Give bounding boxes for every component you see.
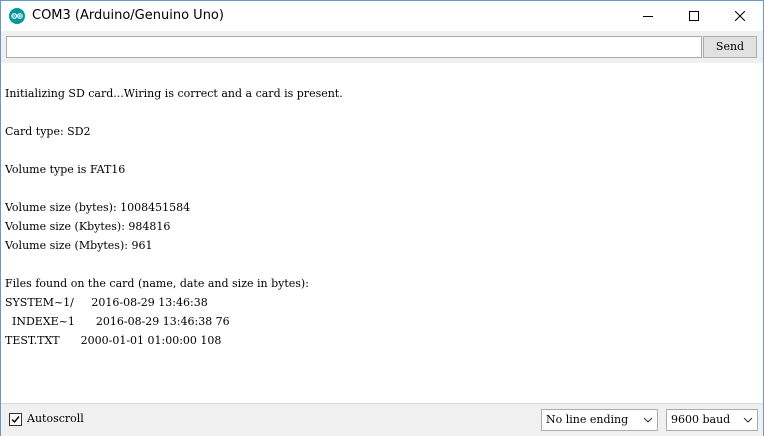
- checkmark-icon: [11, 416, 20, 424]
- arduino-logo-icon: [9, 8, 25, 24]
- minimize-button[interactable]: [625, 1, 671, 31]
- serial-input-field[interactable]: [6, 36, 702, 58]
- output-line: Initializing SD card...Wiring is correct…: [5, 87, 343, 100]
- output-line: TEST.TXT 2000-01-01 01:00:00 108: [5, 334, 222, 347]
- output-line: Volume type is FAT16: [5, 163, 126, 176]
- line-ending-select[interactable]: No line ending: [541, 409, 658, 431]
- maximize-button[interactable]: [671, 1, 717, 31]
- serial-monitor-window: COM3 (Arduino/Genuino Uno) Send Initiali…: [0, 0, 764, 436]
- chevron-down-icon: [743, 417, 753, 423]
- serial-output-area[interactable]: Initializing SD card...Wiring is correct…: [1, 63, 763, 403]
- close-button[interactable]: [717, 1, 763, 31]
- send-toolbar: Send: [1, 31, 763, 63]
- baud-rate-select[interactable]: 9600 baud: [666, 409, 758, 431]
- send-button[interactable]: Send: [703, 36, 757, 58]
- status-footer: Autoscroll No line ending 9600 baud: [1, 403, 763, 436]
- maximize-icon: [689, 11, 699, 21]
- autoscroll-label[interactable]: Autoscroll: [27, 412, 84, 426]
- window-title: COM3 (Arduino/Genuino Uno): [32, 8, 224, 23]
- baud-rate-value: 9600 baud: [671, 413, 731, 426]
- output-line: SYSTEM~1/ 2016-08-29 13:46:38: [5, 296, 208, 309]
- minimize-icon: [643, 16, 653, 17]
- output-line: Volume size (bytes): 1008451584: [5, 201, 191, 214]
- title-bar[interactable]: COM3 (Arduino/Genuino Uno): [1, 1, 763, 31]
- output-line: Volume size (Mbytes): 961: [5, 239, 153, 252]
- close-icon: [735, 11, 745, 21]
- line-ending-value: No line ending: [546, 413, 629, 426]
- autoscroll-checkbox[interactable]: [9, 413, 22, 426]
- output-line: Files found on the card (name, date and …: [5, 277, 309, 290]
- chevron-down-icon: [643, 417, 653, 423]
- output-line: Volume size (Kbytes): 984816: [5, 220, 171, 233]
- output-line: Card type: SD2: [5, 125, 91, 138]
- output-line: INDEXE~1 2016-08-29 13:46:38 76: [5, 315, 230, 328]
